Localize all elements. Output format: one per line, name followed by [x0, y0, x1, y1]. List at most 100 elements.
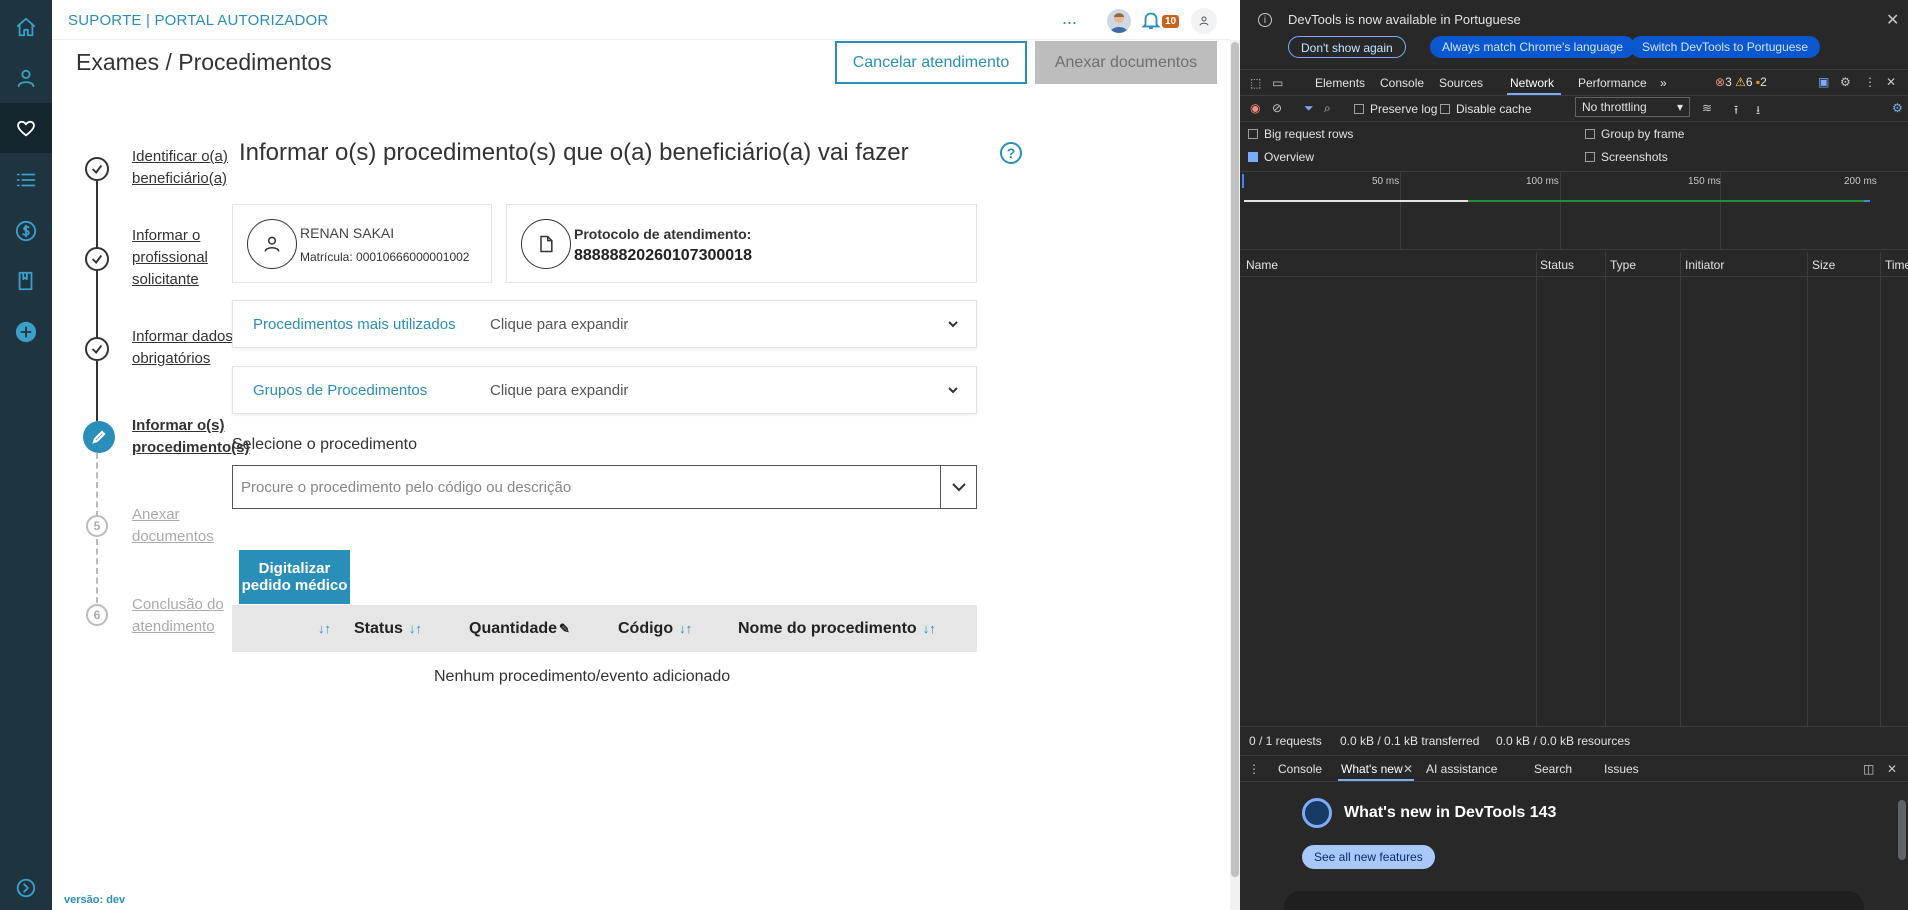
column-type[interactable]: Type [1610, 258, 1636, 272]
dont-show-again-button[interactable]: Don't show again [1288, 36, 1406, 58]
close-tab-icon[interactable]: ✕ [1403, 762, 1413, 776]
pencil-icon: ✎ [559, 621, 570, 636]
brand-title[interactable]: SUPORTE | PORTAL AUTORIZADOR [68, 12, 328, 29]
sort-icon[interactable]: ↓↑ [679, 621, 692, 636]
user-menu-button[interactable] [1191, 8, 1217, 34]
drawer-menu-icon[interactable]: ⋮ [1248, 762, 1260, 776]
screenshots-checkbox[interactable]: Screenshots [1585, 150, 1668, 164]
main-content: SUPORTE | PORTAL AUTORIZADOR ... 10 Exam… [52, 0, 1230, 910]
expand-sidebar-icon[interactable] [0, 863, 52, 910]
tab-elements[interactable]: Elements [1315, 76, 1365, 90]
agent-avatar[interactable] [1107, 9, 1131, 33]
sort-icon[interactable]: ↓↑ [409, 621, 422, 636]
request-bar [1468, 200, 1864, 202]
export-har-icon[interactable]: ⭳ [1756, 101, 1760, 122]
step-attach-documents: Anexar documentos [132, 506, 214, 545]
drawer-tab-console[interactable]: Console [1278, 762, 1322, 776]
step-identify-beneficiary[interactable]: Identificar o(a) beneficiário(a) [132, 146, 252, 190]
preserve-log-checkbox[interactable]: Preserve log [1354, 102, 1437, 116]
disable-cache-checkbox[interactable]: Disable cache [1440, 102, 1531, 116]
home-icon[interactable] [0, 2, 52, 52]
column-initiator[interactable]: Initiator [1685, 258, 1724, 272]
tab-console[interactable]: Console [1380, 76, 1424, 90]
inspect-element-icon[interactable]: ⬚ [1250, 76, 1261, 90]
column-status[interactable]: Status ↓↑ [354, 620, 422, 638]
group-by-frame-checkbox[interactable]: Group by frame [1585, 127, 1684, 141]
more-tabs-icon[interactable]: » [1660, 76, 1667, 90]
notifications-bell-icon[interactable] [1140, 9, 1162, 31]
timeline-cursor [1242, 174, 1244, 188]
page-scrollbar[interactable] [1230, 40, 1240, 910]
more-vert-icon[interactable]: ⋮ [1864, 75, 1876, 89]
close-drawer-icon[interactable]: ✕ [1887, 762, 1897, 776]
timeline-tick: 150 ms [1688, 176, 1721, 187]
search-icon[interactable]: ⌕ [1324, 101, 1331, 116]
accordion-most-used[interactable]: Procedimentos mais utilizados Clique par… [232, 300, 977, 348]
drawer-tab-issues[interactable]: Issues [1604, 762, 1639, 776]
column-select[interactable]: ↓↑ [312, 620, 331, 638]
procedure-dropdown-button[interactable] [940, 465, 977, 509]
procedure-search-input[interactable] [232, 465, 941, 509]
step-number-5: 5 [86, 515, 108, 537]
drawer-scrollbar[interactable] [1898, 800, 1906, 860]
close-icon[interactable]: ✕ [1886, 10, 1899, 30]
tab-performance[interactable]: Performance [1578, 76, 1647, 90]
dock-side-icon[interactable]: ◫ [1863, 762, 1874, 776]
sort-icon[interactable]: ↓↑ [923, 621, 936, 636]
clear-icon[interactable]: ⊘ [1272, 101, 1282, 115]
book-icon[interactable] [0, 256, 52, 306]
tab-sources[interactable]: Sources [1439, 76, 1483, 90]
page-title: Exames / Procedimentos [76, 49, 332, 75]
column-size[interactable]: Size [1812, 258, 1835, 272]
more-options-icon[interactable]: ... [1062, 8, 1077, 29]
network-settings-icon[interactable]: ⚙ [1892, 101, 1903, 115]
big-request-rows-checkbox[interactable]: Big request rows [1248, 127, 1353, 141]
match-chrome-language-button[interactable]: Always match Chrome's language [1430, 36, 1636, 58]
drawer-tab-ai-assistance[interactable]: AI assistance [1426, 762, 1497, 776]
help-icon[interactable]: ? [1000, 142, 1022, 164]
user-icon[interactable] [0, 53, 52, 103]
list-icon[interactable] [0, 155, 52, 205]
chevron-down-icon[interactable] [946, 383, 960, 397]
close-devtools-icon[interactable]: ✕ [1886, 75, 1896, 89]
overview-checkbox[interactable]: Overview [1248, 150, 1314, 164]
column-name[interactable]: Name [1246, 258, 1278, 272]
feature-card [1284, 891, 1864, 910]
cancel-service-button[interactable]: Cancelar atendimento [835, 41, 1027, 84]
extension-icon[interactable]: ▣ [1818, 75, 1829, 89]
scan-medical-order-button[interactable]: Digitalizar pedido médico [239, 550, 350, 604]
section-title: Informar o(s) procedimento(s) que o(a) b… [239, 139, 909, 166]
drawer-tab-whats-new[interactable]: What's new [1341, 762, 1403, 776]
dollar-icon[interactable] [0, 206, 52, 256]
device-toolbar-icon[interactable]: ▭ [1272, 76, 1283, 90]
see-all-features-button[interactable]: See all new features [1302, 845, 1435, 869]
column-quantity[interactable]: Quantidade ✎ [469, 620, 570, 638]
import-har-icon[interactable]: ⭱ [1734, 101, 1738, 122]
pencil-icon [83, 421, 115, 453]
accordion-groups[interactable]: Grupos de Procedimentos Clique para expa… [232, 366, 977, 414]
chevron-down-icon[interactable] [946, 317, 960, 331]
filter-icon[interactable]: ⏷ [1304, 101, 1314, 116]
column-procedure-name[interactable]: Nome do procedimento ↓↑ [738, 620, 936, 638]
drawer-tab-search[interactable]: Search [1534, 762, 1572, 776]
attach-documents-button[interactable]: Anexar documentos [1035, 41, 1217, 84]
column-code[interactable]: Código ↓↑ [618, 620, 692, 638]
throttling-select[interactable]: No throttling ▾ [1575, 97, 1690, 117]
column-status[interactable]: Status [1540, 258, 1574, 272]
scrollbar-thumb[interactable] [1231, 42, 1239, 877]
beneficiary-name: RENAN SAKAI [300, 225, 395, 241]
column-time[interactable]: Time [1885, 258, 1908, 272]
settings-gear-icon[interactable]: ⚙ [1840, 75, 1851, 89]
network-conditions-icon[interactable]: ≋ [1702, 101, 1712, 115]
record-icon[interactable]: ◉ [1250, 101, 1260, 115]
issue-counters[interactable]: ⊗3 ⚠6 ▪2 [1715, 75, 1767, 89]
tab-network[interactable]: Network [1510, 76, 1554, 90]
active-tab-indicator [1338, 779, 1414, 781]
devtools-language-infobar: i DevTools is now available in Portugues… [1240, 0, 1908, 70]
heart-icon[interactable] [0, 103, 52, 153]
sort-icon[interactable]: ↓↑ [318, 621, 331, 636]
network-overview-timeline[interactable]: 50 ms 100 ms 150 ms 200 ms [1240, 172, 1908, 250]
plus-circle-icon[interactable] [0, 307, 52, 357]
step-connector [96, 453, 98, 517]
switch-to-portuguese-button[interactable]: Switch DevTools to Portuguese [1630, 36, 1821, 58]
